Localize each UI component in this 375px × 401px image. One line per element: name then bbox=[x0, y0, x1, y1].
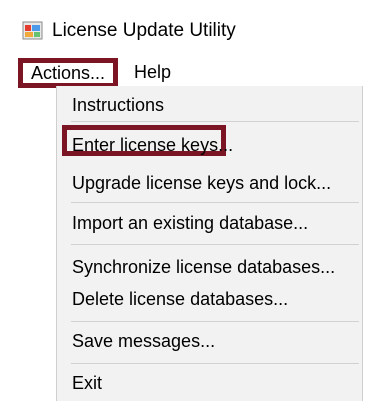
app-window-icon bbox=[22, 21, 43, 40]
menu-separator bbox=[71, 202, 359, 203]
menu-item-exit[interactable]: Exit bbox=[72, 370, 102, 396]
menu-separator bbox=[71, 121, 359, 122]
menu-separator bbox=[71, 244, 359, 245]
menu-item-import-database[interactable]: Import an existing database... bbox=[72, 210, 308, 236]
menu-separator bbox=[71, 363, 359, 364]
menu-item-synchronize-databases[interactable]: Synchronize license databases... bbox=[72, 254, 335, 280]
menu-item-delete-databases[interactable]: Delete license databases... bbox=[72, 286, 288, 312]
menu-bar: Actions... Help bbox=[0, 57, 375, 88]
menu-item-save-messages[interactable]: Save messages... bbox=[72, 328, 215, 354]
actions-dropdown-menu: Instructions Enter license keys... Upgra… bbox=[56, 86, 363, 401]
menu-item-enter-license-keys[interactable]: Enter license keys... bbox=[72, 132, 233, 158]
menu-separator bbox=[71, 321, 359, 322]
window-title: License Update Utility bbox=[52, 20, 236, 41]
menu-item-instructions[interactable]: Instructions bbox=[72, 92, 164, 118]
title-bar: License Update Utility bbox=[0, 0, 375, 56]
menu-help[interactable]: Help bbox=[128, 59, 177, 85]
menu-item-upgrade-license-keys[interactable]: Upgrade license keys and lock... bbox=[72, 170, 331, 196]
menu-actions[interactable]: Actions... bbox=[18, 58, 119, 88]
